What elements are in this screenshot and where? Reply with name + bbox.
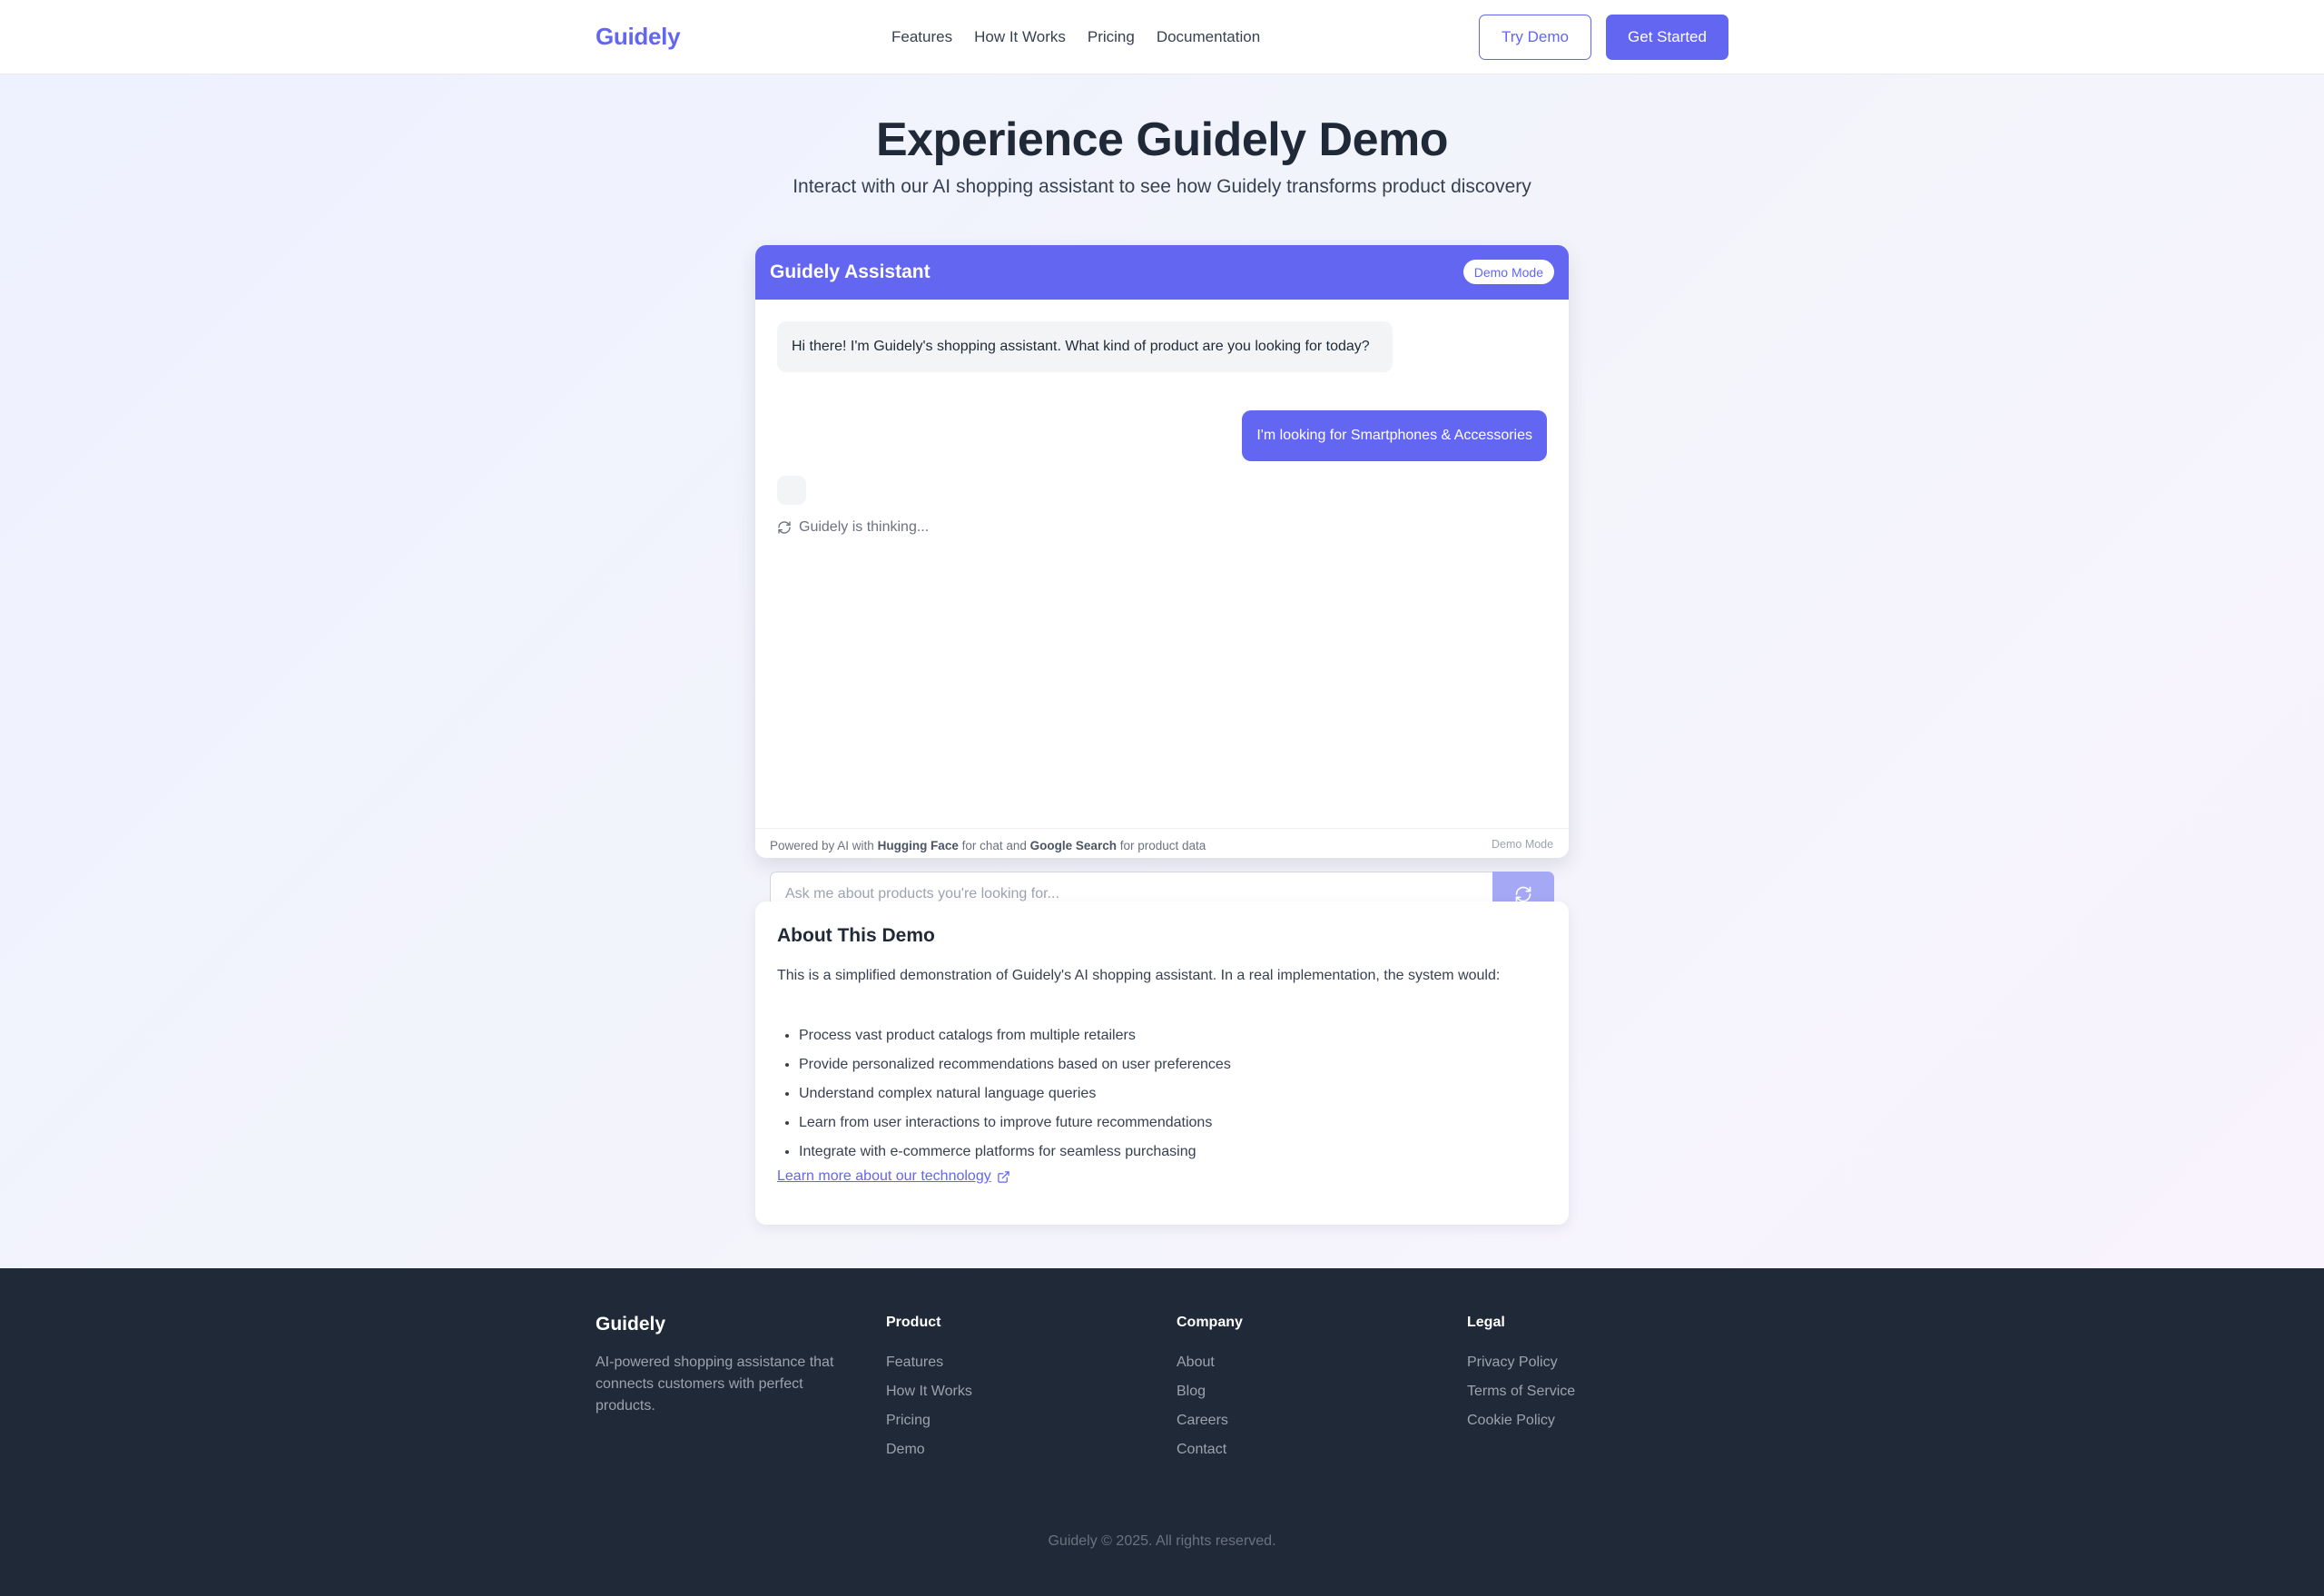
footer-column-title: Company — [1177, 1315, 1243, 1330]
chat-header: Guidely Assistant Demo Mode — [755, 245, 1569, 300]
google-search-label: Google Search — [1029, 839, 1117, 852]
thinking-status: Guidely is thinking... — [777, 519, 929, 536]
footer-column-legal: Legal Privacy Policy Terms of Service Co… — [1467, 1314, 1575, 1435]
learn-more-link[interactable]: Learn more about our technology — [777, 1168, 1010, 1185]
footer-link-pricing[interactable]: Pricing — [886, 1406, 972, 1435]
footer-link-features[interactable]: Features — [886, 1348, 972, 1377]
refresh-icon — [778, 521, 791, 534]
chat-title: Guidely Assistant — [770, 261, 931, 282]
chat-divider — [755, 828, 1569, 829]
nav-pricing[interactable]: Pricing — [1088, 27, 1135, 47]
nav-features[interactable]: Features — [891, 27, 952, 47]
main-nav: Features How It Works Pricing Documentat… — [891, 27, 1260, 47]
thinking-text: Guidely is thinking... — [799, 519, 930, 535]
footer-link-privacy[interactable]: Privacy Policy — [1467, 1348, 1575, 1377]
footer-link-blog[interactable]: Blog — [1177, 1377, 1243, 1406]
footer-link-terms[interactable]: Terms of Service — [1467, 1377, 1575, 1406]
nav-how-it-works[interactable]: How It Works — [974, 27, 1066, 47]
list-item: Understand complex natural language quer… — [799, 1079, 1231, 1108]
try-demo-button[interactable]: Try Demo — [1479, 15, 1591, 60]
footer-link-contact[interactable]: Contact — [1177, 1435, 1243, 1464]
powered-by-text: Powered by AI with Hugging Face for chat… — [770, 839, 1206, 852]
site-header: Guidely Features How It Works Pricing Do… — [0, 0, 2324, 74]
page-subtitle: Interact with our AI shopping assistant … — [793, 176, 1531, 197]
demo-mode-badge: Demo Mode — [1462, 260, 1554, 284]
copyright: Guidely © 2025. All rights reserved. — [1048, 1533, 1276, 1549]
footer-link-demo[interactable]: Demo — [886, 1435, 972, 1464]
about-title: About This Demo — [777, 925, 935, 946]
list-item: Process vast product catalogs from multi… — [799, 1021, 1231, 1050]
chat-widget: Guidely Assistant Demo Mode Hi there! I'… — [755, 245, 1569, 858]
footer-brand: Guidely — [596, 1314, 666, 1335]
typing-indicator — [777, 476, 806, 505]
list-item: Provide personalized recommendations bas… — [799, 1050, 1231, 1079]
site-footer: Guidely AI-powered shopping assistance t… — [0, 1268, 2324, 1596]
get-started-button[interactable]: Get Started — [1606, 15, 1728, 60]
footer-link-cookies[interactable]: Cookie Policy — [1467, 1406, 1575, 1435]
about-demo-card: About This Demo This is a simplified dem… — [755, 901, 1569, 1225]
logo[interactable]: Guidely — [596, 23, 681, 51]
footer-link-about[interactable]: About — [1177, 1348, 1243, 1377]
list-item: Learn from user interactions to improve … — [799, 1108, 1231, 1138]
main-content: Experience Guidely Demo Interact with ou… — [0, 74, 2324, 1268]
about-list: Process vast product catalogs from multi… — [799, 1021, 1231, 1167]
footer-link-how-it-works[interactable]: How It Works — [886, 1377, 972, 1406]
footer-tagline: AI-powered shopping assistance that conn… — [596, 1355, 834, 1414]
page-title: Experience Guidely Demo — [875, 113, 1449, 166]
footer-link-careers[interactable]: Careers — [1177, 1406, 1243, 1435]
footer-demo-mode: Demo Mode — [1492, 838, 1554, 851]
bot-message: Hi there! I'm Guidely's shopping assista… — [777, 321, 1393, 372]
list-item: Integrate with e-commerce platforms for … — [799, 1138, 1231, 1167]
nav-documentation[interactable]: Documentation — [1157, 27, 1260, 47]
footer-column-product: Product Features How It Works Pricing De… — [886, 1314, 972, 1464]
refresh-icon — [1515, 886, 1531, 902]
about-intro: This is a simplified demonstration of Gu… — [777, 968, 1501, 983]
user-message: I'm looking for Smartphones & Accessorie… — [1242, 410, 1547, 461]
footer-column-title: Legal — [1467, 1315, 1505, 1330]
footer-column-title: Product — [886, 1315, 941, 1330]
hugging-face-label: Hugging Face — [877, 839, 959, 852]
external-link-icon — [997, 1170, 1009, 1183]
footer-column-company: Company About Blog Careers Contact — [1177, 1314, 1243, 1464]
